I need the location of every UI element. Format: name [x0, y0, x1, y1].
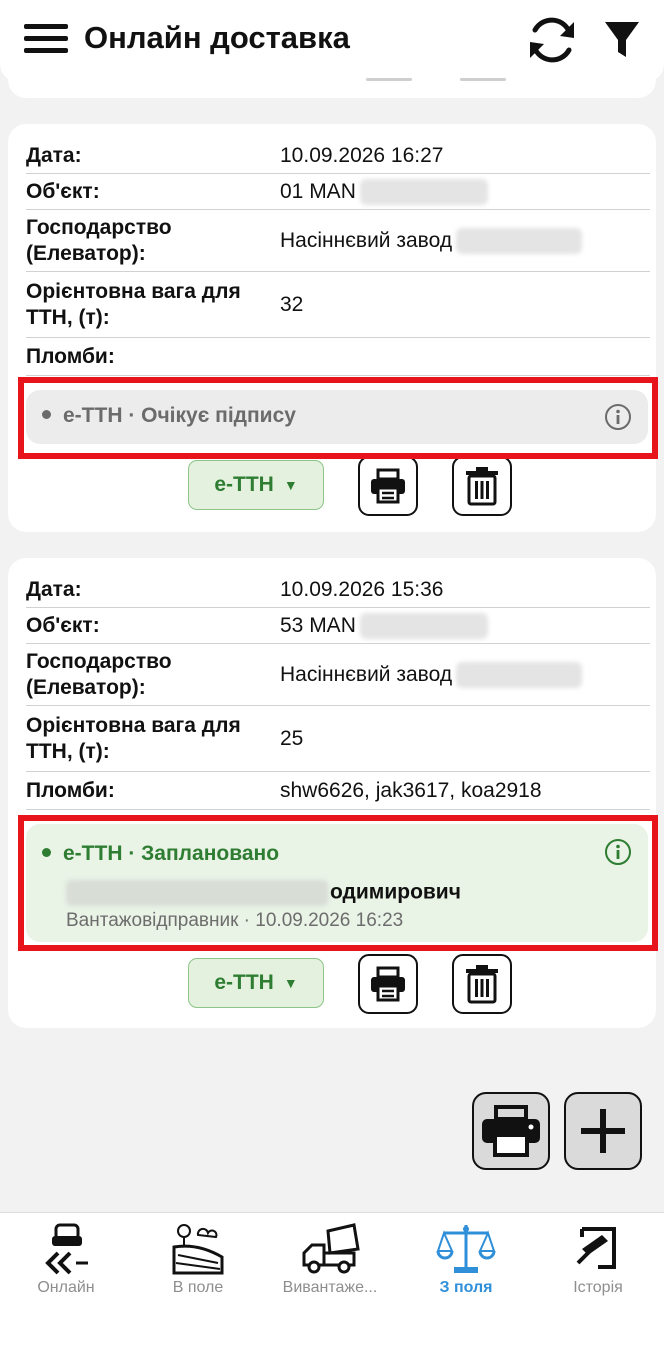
- object-label: Об'єкт:: [26, 180, 100, 203]
- date-label: Дата:: [26, 578, 82, 601]
- delivery-card[interactable]: Дата: 10.09.2026 15:36 Об'єкт: 53 MAN Го…: [8, 558, 656, 1028]
- nav-item-online[interactable]: Онлайн: [0, 1223, 132, 1303]
- weight-value: 25: [280, 727, 304, 750]
- refresh-icon[interactable]: [524, 12, 580, 68]
- weight-value: 32: [280, 293, 304, 316]
- object-value: 01 MAN: [280, 179, 488, 206]
- printer-icon: [371, 966, 405, 1002]
- date-value: 10.09.2026 15:36: [280, 578, 444, 601]
- redacted-blur: [359, 613, 488, 640]
- trash-icon: [466, 467, 498, 506]
- nav-item-from-field[interactable]: З поля: [400, 1223, 532, 1303]
- date-label: Дата:: [26, 144, 82, 167]
- date-value: 10.09.2026 16:27: [280, 144, 444, 167]
- seals-row: Пломби:: [26, 338, 650, 376]
- nav-label: Історія: [573, 1279, 623, 1296]
- nav-label: Онлайн: [37, 1279, 95, 1296]
- nav-item-to-field[interactable]: В поле: [132, 1223, 264, 1303]
- dump-truck-icon: [302, 1223, 360, 1274]
- nav-label: В поле: [172, 1279, 224, 1296]
- filter-icon[interactable]: [604, 20, 640, 60]
- print-button[interactable]: [358, 456, 418, 516]
- delete-button[interactable]: [452, 456, 512, 516]
- history-icon: [576, 1227, 616, 1269]
- caret-down-icon: ▼: [283, 477, 298, 493]
- farm-row: Господарство (Елеватор): Насіннєвий завод: [26, 644, 650, 706]
- print-all-button[interactable]: [472, 1092, 550, 1170]
- weight-row: Орієнтовна вага для ТТН, (т): 32: [26, 272, 650, 338]
- seals-label: Пломби:: [26, 345, 115, 368]
- app-header: Онлайн доставка: [0, 0, 664, 82]
- object-value: 53 MAN: [280, 613, 488, 640]
- divider: [366, 78, 412, 81]
- page-title: Онлайн доставка: [84, 20, 350, 55]
- divider: [460, 78, 506, 81]
- seals-label: Пломби:: [26, 779, 115, 802]
- date-row: Дата: 10.09.2026 16:27: [26, 138, 650, 174]
- weight-label: Орієнтовна вага для ТТН, (т):: [26, 714, 241, 763]
- ettn-dropdown-button[interactable]: е-ТТН ▼: [188, 460, 324, 510]
- ettn-dropdown-button[interactable]: е-ТТН ▼: [188, 958, 324, 1008]
- farm-value: Насіннєвий завод: [280, 662, 583, 689]
- delete-button[interactable]: [452, 954, 512, 1014]
- farm-label: Господарство (Елеватор):: [26, 216, 172, 265]
- scales-icon: [436, 1225, 496, 1273]
- object-row: Об'єкт: 53 MAN: [26, 608, 650, 644]
- nav-item-history[interactable]: Історія: [532, 1223, 664, 1303]
- weight-label: Орієнтовна вага для ТТН, (т):: [26, 280, 241, 329]
- farm-label: Господарство (Елеватор):: [26, 650, 172, 699]
- redacted-blur: [456, 228, 583, 255]
- object-label: Об'єкт:: [26, 614, 100, 637]
- highlight-frame: [18, 815, 658, 951]
- nav-label: З поля: [439, 1279, 493, 1296]
- printer-icon: [482, 1105, 540, 1157]
- hamburger-menu-icon[interactable]: [24, 22, 70, 58]
- trash-icon: [466, 965, 498, 1004]
- seals-row: Пломби: shw6626, jak3617, koa2918: [26, 772, 650, 810]
- add-button[interactable]: [564, 1092, 642, 1170]
- object-row: Об'єкт: 01 MAN: [26, 174, 650, 210]
- field-icon: [172, 1224, 224, 1275]
- nav-item-unloading[interactable]: Вивантаже...: [264, 1223, 396, 1303]
- bottom-navigation: Онлайн В поле Вивантаже... З поля Історі…: [0, 1212, 664, 1348]
- nav-label: Вивантаже...: [282, 1279, 378, 1296]
- printer-icon: [371, 468, 405, 504]
- delivery-card[interactable]: Дата: 10.09.2026 16:27 Об'єкт: 01 MAN Го…: [8, 124, 656, 532]
- farm-row: Господарство (Елеватор): Насіннєвий завод: [26, 210, 650, 272]
- farm-value: Насіннєвий завод: [280, 228, 583, 255]
- date-row: Дата: 10.09.2026 15:36: [26, 572, 650, 608]
- weight-row: Орієнтовна вага для ТТН, (т): 25: [26, 706, 650, 772]
- seals-value: shw6626, jak3617, koa2918: [280, 779, 542, 802]
- redacted-blur: [359, 179, 488, 206]
- print-button[interactable]: [358, 954, 418, 1014]
- plus-icon: [581, 1109, 625, 1153]
- redacted-blur: [456, 662, 583, 689]
- caret-down-icon: ▼: [283, 975, 298, 991]
- highlight-frame: [18, 377, 658, 459]
- road-car-icon: [45, 1223, 88, 1275]
